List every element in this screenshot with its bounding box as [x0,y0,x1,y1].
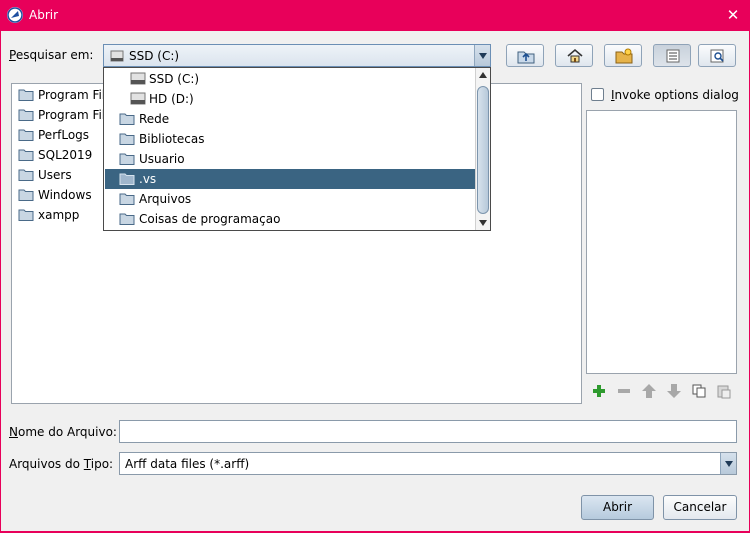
filetype-value: Arff data files (*.arff) [125,457,250,471]
plus-icon [593,385,605,397]
dropdown-scrollbar[interactable] [475,68,490,230]
chevron-down-icon[interactable] [720,453,736,474]
copy-icon [692,384,706,398]
move-down-button[interactable] [665,382,683,400]
new-folder-button[interactable] [604,44,642,67]
folder-icon [119,153,135,165]
home-button[interactable] [555,44,593,67]
folder-icon [119,193,135,205]
chevron-down-icon[interactable] [474,45,490,66]
paste-button[interactable] [715,382,733,400]
remove-button[interactable] [615,382,633,400]
folder-icon [119,133,135,145]
close-icon[interactable]: ✕ [716,0,750,31]
drive-icon [130,92,146,105]
add-button[interactable] [590,382,608,400]
up-folder-button[interactable] [506,44,544,67]
filename-input[interactable] [119,420,737,443]
options-list[interactable] [586,110,737,374]
invoke-options-label[interactable]: Invoke options dialog [611,88,739,102]
dropdown-item-drive-c[interactable]: SSD (C:) [105,69,475,89]
minus-icon [618,389,630,393]
dropdown-item-arquivos[interactable]: Arquivos [105,189,475,209]
dropdown-item-vs[interactable]: .vs [105,169,475,189]
look-in-combo[interactable]: SSD (C:) [103,44,491,67]
new-folder-icon [615,48,633,64]
dropdown-item-drive-d[interactable]: HD (D:) [105,89,475,109]
folder-icon [119,173,135,185]
filename-label: Nome do Arquivo: [9,425,117,439]
scroll-thumb[interactable] [477,86,489,214]
folder-icon [119,113,135,125]
up-folder-icon [517,51,535,64]
folder-icon [18,129,34,141]
move-up-button[interactable] [640,382,658,400]
copy-button[interactable] [690,382,708,400]
title-bar: Abrir ✕ [0,0,750,31]
dropdown-item-coisas[interactable]: Coisas de programaçao [105,209,475,229]
scroll-down-icon[interactable] [476,216,490,230]
folder-icon [119,213,135,225]
folder-icon [18,149,34,161]
app-icon [7,7,23,23]
window-border-left [0,31,1,533]
open-button[interactable]: Abrir [581,495,654,520]
scroll-up-icon[interactable] [476,68,490,82]
invoke-options-checkbox[interactable] [591,88,604,101]
dropdown-item-rede[interactable]: Rede [105,109,475,129]
filetype-combo[interactable]: Arff data files (*.arff) [119,452,737,475]
look-in-dropdown[interactable]: SSD (C:) HD (D:) Rede Bibliotecas Usuari… [103,67,491,231]
details-view-button[interactable] [698,44,736,67]
home-icon [567,48,583,63]
list-view-icon [666,49,680,63]
arrow-up-icon [642,384,656,398]
drive-icon [110,50,124,62]
folder-icon [18,169,34,181]
look-in-label: Pesquisar em: [9,48,94,62]
filetype-label: Arquivos do Tipo: [9,457,114,471]
window-title: Abrir [29,8,59,22]
list-view-button[interactable] [653,44,691,67]
folder-icon [18,109,34,121]
paste-icon [717,385,731,399]
folder-icon [18,89,34,101]
look-in-value: SSD (C:) [129,49,180,63]
cancel-button[interactable]: Cancelar [663,495,737,520]
arrow-down-icon [667,384,681,398]
folder-icon [18,189,34,201]
folder-icon [18,209,34,221]
dropdown-item-bibliotecas[interactable]: Bibliotecas [105,129,475,149]
dropdown-item-usuario[interactable]: Usuario [105,149,475,169]
drive-icon [130,72,146,85]
details-view-icon [710,49,724,63]
